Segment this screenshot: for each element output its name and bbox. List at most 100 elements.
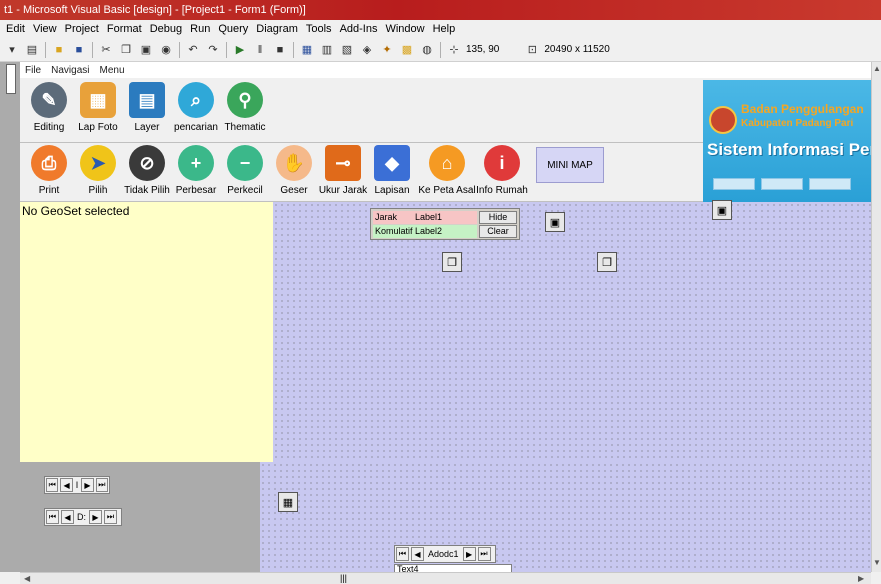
- tidak-pilih-button[interactable]: ⊘ Tidak Pilih: [124, 143, 170, 201]
- ukur-jarak-button[interactable]: ⊸ Ukur Jarak: [318, 143, 368, 201]
- scroll-left-icon[interactable]: ◀: [24, 574, 30, 584]
- form-layout-icon[interactable]: ▧: [338, 41, 356, 59]
- hide-button[interactable]: Hide: [479, 211, 517, 224]
- calculator-control-icon[interactable]: ▦: [278, 492, 298, 512]
- component-manager-icon[interactable]: ◍: [418, 41, 436, 59]
- pencarian-button[interactable]: ⌕ pencarian: [173, 80, 219, 138]
- standard-toolbar: ▾ ▤ ■ ■ ✂ ❐ ▣ ◉ ↶ ↷ ▶ ‖ ■ ▦ ▥ ▧ ◈ ✦ ▩ ◍ …: [0, 38, 881, 62]
- layer-button[interactable]: ▤ Layer: [124, 80, 170, 138]
- adodc1-caption: Adodc1: [428, 549, 459, 559]
- lap-foto-button[interactable]: ▦ Lap Foto: [75, 80, 121, 138]
- next-record-icon[interactable]: ▶: [89, 510, 102, 524]
- next-record-icon[interactable]: ▶: [462, 547, 476, 561]
- perkecil-label: Perkecil: [227, 185, 263, 196]
- open-folder-icon[interactable]: ■: [50, 41, 68, 59]
- ukur-jarak-label: Ukur Jarak: [318, 185, 368, 196]
- menu-project[interactable]: Project: [61, 20, 103, 38]
- menu-format[interactable]: Format: [103, 20, 146, 38]
- form-menu-file[interactable]: File: [20, 65, 46, 76]
- adodc-small-2[interactable]: ⏮ ◀ D: ▶ ⏭: [44, 508, 122, 526]
- common-dialog-icon[interactable]: ❐: [442, 252, 462, 272]
- adodc-small-2-caption: D:: [77, 512, 86, 522]
- menu-edit[interactable]: Edit: [2, 20, 29, 38]
- form-designer: File Navigasi Menu ✎ Editing ▦ Lap Foto …: [20, 62, 871, 572]
- scroll-up-icon[interactable]: ▲: [873, 64, 881, 73]
- map-canvas[interactable]: [273, 202, 871, 462]
- tidak-pilih-label: Tidak Pilih: [124, 185, 170, 196]
- first-record-icon[interactable]: ⏮: [396, 547, 409, 561]
- perbesar-button[interactable]: + Perbesar: [173, 143, 219, 201]
- run-icon[interactable]: ▶: [231, 41, 249, 59]
- horizontal-scrollbar[interactable]: ◀ ||| ▶: [20, 572, 871, 584]
- timer-control-icon[interactable]: ▣: [545, 212, 565, 232]
- project-explorer-icon[interactable]: ▦: [298, 41, 316, 59]
- form-menu-menu[interactable]: Menu: [94, 65, 129, 76]
- scroll-thumb-grip[interactable]: |||: [340, 573, 347, 583]
- properties-window-icon[interactable]: ▥: [318, 41, 336, 59]
- search-globe-icon: ⌕: [178, 82, 214, 118]
- position-icon: ⊹: [449, 44, 459, 56]
- timer-control-icon[interactable]: ▣: [712, 200, 732, 220]
- jarak-row: Jarak Label1: [373, 211, 477, 224]
- copy-icon[interactable]: ❐: [117, 41, 135, 59]
- mini-map-button[interactable]: MINI MAP: [536, 147, 604, 183]
- ke-peta-asal-button[interactable]: ⌂ Ke Peta Asal: [418, 143, 476, 201]
- save-icon[interactable]: ■: [70, 41, 88, 59]
- menu-view[interactable]: View: [29, 20, 61, 38]
- data-view-icon[interactable]: ▩: [398, 41, 416, 59]
- print-button[interactable]: ⎙ Print: [26, 143, 72, 201]
- prev-record-icon[interactable]: ◀: [61, 510, 74, 524]
- break-icon[interactable]: ‖: [251, 41, 269, 59]
- info-rumah-label: Info Rumah: [476, 185, 528, 196]
- clear-button[interactable]: Clear: [479, 225, 517, 238]
- find-icon[interactable]: ◉: [157, 41, 175, 59]
- menu-tools[interactable]: Tools: [302, 20, 336, 38]
- scroll-down-icon[interactable]: ▼: [873, 558, 881, 567]
- editing-button[interactable]: ✎ Editing: [26, 80, 72, 138]
- info-icon: i: [484, 145, 520, 181]
- add-project-icon[interactable]: ▾: [3, 41, 21, 59]
- object-browser-icon[interactable]: ◈: [358, 41, 376, 59]
- last-record-icon[interactable]: ⏭: [95, 478, 109, 492]
- info-rumah-button[interactable]: i Info Rumah: [476, 143, 528, 201]
- wrench-icon: ✎: [31, 82, 67, 118]
- menu-help[interactable]: Help: [429, 20, 460, 38]
- menu-run[interactable]: Run: [186, 20, 214, 38]
- lap-foto-label: Lap Foto: [78, 122, 118, 133]
- menu-debug[interactable]: Debug: [146, 20, 186, 38]
- thematic-button[interactable]: ⚲ Thematic: [222, 80, 268, 138]
- form-icon[interactable]: ▤: [23, 41, 41, 59]
- cut-icon[interactable]: ✂: [97, 41, 115, 59]
- form-menu-navigasi[interactable]: Navigasi: [46, 65, 94, 76]
- map-canvas-lower[interactable]: [260, 462, 871, 572]
- lapisan-button[interactable]: ◆ Lapisan: [369, 143, 415, 201]
- vertical-scrollbar[interactable]: ▲ ▼: [871, 62, 881, 572]
- prev-record-icon[interactable]: ◀: [411, 547, 424, 561]
- text4-input[interactable]: Text4: [394, 564, 512, 572]
- menu-query[interactable]: Query: [214, 20, 252, 38]
- toolbar-separator: [226, 41, 227, 58]
- first-record-icon[interactable]: ⏮: [46, 510, 59, 524]
- adodc1-navigator[interactable]: ⏮ ◀ Adodc1 ▶ ⏭: [394, 545, 496, 563]
- pilih-button[interactable]: ➤ Pilih: [75, 143, 121, 201]
- menu-window[interactable]: Window: [381, 20, 428, 38]
- toolbox-icon[interactable]: ✦: [378, 41, 396, 59]
- perkecil-button[interactable]: − Perkecil: [222, 143, 268, 201]
- next-record-icon[interactable]: ▶: [81, 478, 94, 492]
- adodc-small-1[interactable]: ⏮ ◀ I ▶ ⏭: [44, 476, 110, 494]
- menu-addins[interactable]: Add-Ins: [336, 20, 382, 38]
- left-tab-box[interactable]: [6, 64, 16, 94]
- paste-icon[interactable]: ▣: [137, 41, 155, 59]
- geser-button[interactable]: ✋ Geser: [271, 143, 317, 201]
- common-dialog-icon[interactable]: ❐: [597, 252, 617, 272]
- end-icon[interactable]: ■: [271, 41, 289, 59]
- redo-icon[interactable]: ↷: [204, 41, 222, 59]
- first-record-icon[interactable]: ⏮: [46, 478, 59, 492]
- scroll-right-icon[interactable]: ▶: [858, 574, 864, 584]
- last-record-icon[interactable]: ⏭: [104, 510, 117, 524]
- pointer-icon: ➤: [80, 145, 116, 181]
- undo-icon[interactable]: ↶: [184, 41, 202, 59]
- prev-record-icon[interactable]: ◀: [60, 478, 73, 492]
- last-record-icon[interactable]: ⏭: [477, 547, 491, 561]
- menu-diagram[interactable]: Diagram: [252, 20, 302, 38]
